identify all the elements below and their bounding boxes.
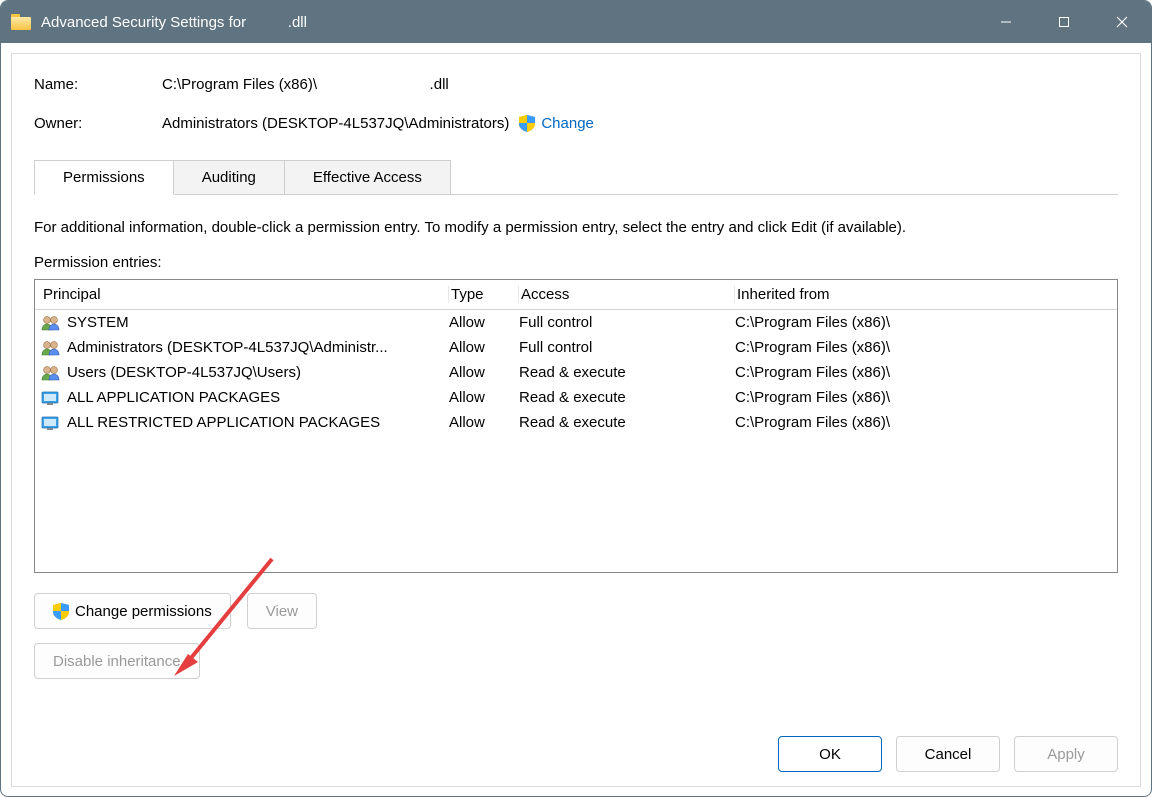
- access-text: Read & execute: [519, 364, 735, 381]
- view-button[interactable]: View: [247, 593, 317, 629]
- folder-icon: [11, 14, 31, 30]
- permission-entries-table[interactable]: Principal Type Access Inherited from SYS…: [34, 279, 1118, 573]
- col-type[interactable]: Type: [449, 286, 519, 303]
- type-text: Allow: [449, 314, 519, 331]
- shield-icon: [53, 603, 69, 620]
- shield-icon: [519, 115, 535, 132]
- col-inherited[interactable]: Inherited from: [735, 286, 1111, 303]
- advanced-security-window: Advanced Security Settings for .dll Name…: [0, 0, 1152, 797]
- access-text: Full control: [519, 314, 735, 331]
- cancel-button[interactable]: Cancel: [896, 736, 1000, 772]
- maximize-button[interactable]: [1035, 1, 1093, 43]
- table-row[interactable]: ALL RESTRICTED APPLICATION PACKAGES Allow…: [35, 410, 1117, 435]
- principal-text: ALL RESTRICTED APPLICATION PACKAGES: [67, 414, 380, 431]
- type-text: Allow: [449, 414, 519, 431]
- inherited-text: C:\Program Files (x86)\: [735, 339, 1111, 356]
- minimize-button[interactable]: [977, 1, 1035, 43]
- tabstrip: Permissions Auditing Effective Access: [34, 160, 1118, 195]
- inherited-text: C:\Program Files (x86)\: [735, 314, 1111, 331]
- inherited-text: C:\Program Files (x86)\: [735, 389, 1111, 406]
- users-icon: [41, 340, 61, 356]
- name-value: C:\Program Files (x86)\ .dll: [162, 76, 449, 93]
- ok-button[interactable]: OK: [778, 736, 882, 772]
- owner-value: Administrators (DESKTOP-4L537JQ\Administ…: [162, 115, 509, 132]
- package-icon: [41, 415, 61, 431]
- type-text: Allow: [449, 364, 519, 381]
- principal-text: SYSTEM: [67, 314, 129, 331]
- col-principal[interactable]: Principal: [41, 286, 449, 303]
- access-text: Read & execute: [519, 389, 735, 406]
- hint-text: For additional information, double-click…: [34, 219, 1118, 236]
- table-row[interactable]: Users (DESKTOP-4L537JQ\Users) AllowRead &…: [35, 360, 1117, 385]
- type-text: Allow: [449, 339, 519, 356]
- access-text: Read & execute: [519, 414, 735, 431]
- titlebar[interactable]: Advanced Security Settings for .dll: [1, 1, 1151, 43]
- apply-button[interactable]: Apply: [1014, 736, 1118, 772]
- tab-permissions[interactable]: Permissions: [34, 160, 174, 195]
- main-panel: Name: C:\Program Files (x86)\ .dll Owner…: [11, 53, 1141, 787]
- window-title: Advanced Security Settings for .dll: [41, 14, 307, 31]
- users-icon: [41, 365, 61, 381]
- table-row[interactable]: ALL APPLICATION PACKAGES AllowRead & exec…: [35, 385, 1117, 410]
- entries-label: Permission entries:: [34, 254, 1118, 271]
- inherited-text: C:\Program Files (x86)\: [735, 364, 1111, 381]
- disable-inheritance-button[interactable]: Disable inheritance: [34, 643, 200, 679]
- inherited-text: C:\Program Files (x86)\: [735, 414, 1111, 431]
- table-header: Principal Type Access Inherited from: [35, 280, 1117, 310]
- close-button[interactable]: [1093, 1, 1151, 43]
- type-text: Allow: [449, 389, 519, 406]
- table-row[interactable]: Administrators (DESKTOP-4L537JQ\Administ…: [35, 335, 1117, 360]
- principal-text: Administrators (DESKTOP-4L537JQ\Administ…: [67, 339, 388, 356]
- name-label: Name:: [34, 76, 162, 93]
- table-row[interactable]: SYSTEM AllowFull controlC:\Program Files …: [35, 310, 1117, 335]
- owner-label: Owner:: [34, 115, 162, 132]
- change-owner-link[interactable]: Change: [519, 115, 594, 132]
- col-access[interactable]: Access: [519, 286, 735, 303]
- principal-text: Users (DESKTOP-4L537JQ\Users): [67, 364, 301, 381]
- change-permissions-button[interactable]: Change permissions: [34, 593, 231, 629]
- access-text: Full control: [519, 339, 735, 356]
- tab-auditing[interactable]: Auditing: [173, 160, 285, 194]
- tab-effective-access[interactable]: Effective Access: [284, 160, 451, 194]
- package-icon: [41, 390, 61, 406]
- principal-text: ALL APPLICATION PACKAGES: [67, 389, 280, 406]
- users-icon: [41, 315, 61, 331]
